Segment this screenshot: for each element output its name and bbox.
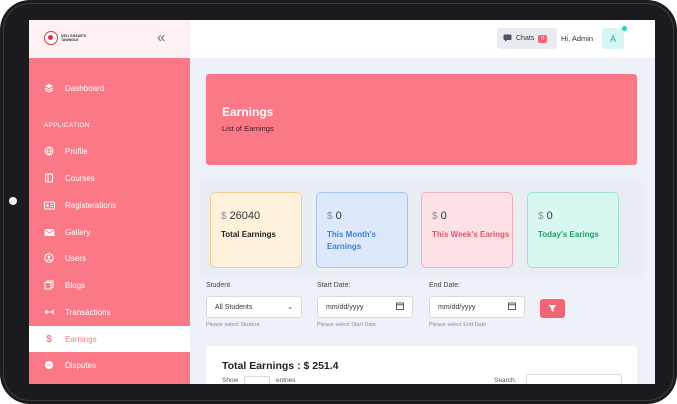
currency-symbol: $ [221, 211, 227, 222]
sidebar-item-disputes[interactable]: Disputes [29, 352, 190, 378]
page-subtitle: List of Earnings [222, 124, 274, 133]
book-icon [43, 172, 55, 184]
entries-label: entries [276, 377, 296, 384]
tablet-frame: DELI SHADE'S TAWNGLE « Dashboard APPLICA… [0, 0, 677, 404]
online-status-dot [622, 26, 627, 31]
envelope-icon [43, 226, 55, 238]
student-filter-label: Student [206, 282, 231, 289]
entries-select[interactable] [244, 376, 270, 384]
top-bar: Chats 0 Hi, Admin A [190, 20, 655, 58]
sidebar-item-label: Transactions [65, 307, 111, 317]
sidebar-item-label: Disputes [65, 360, 97, 370]
sidebar-item-label: Profile [65, 146, 88, 156]
section-label-application: APPLICATION [44, 122, 90, 129]
sidebar-item-courses[interactable]: Courses [29, 165, 190, 191]
page-header: Earnings List of Earnings [206, 74, 637, 165]
sidebar-item-label: Users [65, 253, 86, 263]
search-label: Search: [494, 377, 517, 384]
sidebar-item-dashboard[interactable]: Dashboard [29, 75, 190, 101]
filter-button[interactable] [540, 299, 565, 318]
filter-icon [548, 300, 557, 318]
start-date-input[interactable]: mm/dd/yyyy [317, 296, 413, 318]
student-select-value: All Students [215, 303, 253, 311]
calendar-icon [508, 302, 516, 312]
layers-icon [43, 82, 55, 94]
end-date-hint: Please select End Date [429, 322, 487, 328]
stat-card-total-earnings: $26040 Total Earnings [210, 192, 302, 268]
chats-label: Chats [516, 35, 535, 42]
sidebar-item-registerations[interactable]: Registerations [29, 192, 190, 218]
stat-card-today-earnings: $0 Today's Earings [527, 192, 619, 268]
page-title: Earnings [222, 105, 274, 119]
stat-label: Total Earnings [221, 230, 276, 239]
start-date-value: mm/dd/yyyy [326, 303, 364, 311]
calendar-icon [396, 302, 404, 312]
sidebar-item-users[interactable]: Users [29, 245, 190, 271]
sidebar-item-blogs[interactable]: Blogs [29, 272, 190, 298]
stat-label: This Week's Earings [432, 230, 510, 239]
show-entries-label: Show [222, 377, 239, 384]
sidebar-item-earnings[interactable]: $ Earnings [29, 326, 190, 352]
student-filter-hint: Please select Student [206, 322, 260, 328]
stat-card-month-earnings: $0 This Month's Earnings [316, 192, 408, 268]
start-date-hint: Please select Start Date [317, 322, 377, 328]
sidebar-item-profile[interactable]: Profile [29, 138, 190, 164]
stat-value: 26040 [229, 210, 261, 222]
chevron-down-icon: ⌄ [287, 304, 293, 311]
chats-button[interactable]: Chats 0 [497, 28, 557, 49]
total-earnings-heading: Total Earnings : $ 251.4 [222, 360, 339, 372]
logo-text: DELI SHADE'S TAWNGLE [61, 33, 87, 42]
stat-value: 0 [440, 210, 447, 222]
user-greeting: Hi, Admin [561, 34, 594, 43]
brand-bar: DELI SHADE'S TAWNGLE « [29, 20, 190, 58]
camera-icon [9, 197, 17, 205]
stat-value: 0 [335, 210, 342, 222]
sidebar-item-label: Courses [65, 173, 95, 183]
id-card-icon [43, 199, 55, 211]
sidebar-item-label: Gallery [65, 227, 91, 237]
sidebar-item-label: Registerations [65, 200, 117, 210]
sidebar-item-gallery[interactable]: Gallery [29, 219, 190, 245]
chat-icon [43, 359, 55, 371]
chat-bubble-icon [503, 34, 512, 44]
earnings-table-panel: Total Earnings : $ 251.4 Show entries Se… [206, 346, 637, 384]
end-date-value: mm/dd/yyyy [438, 303, 476, 311]
arrows-icon [43, 306, 55, 318]
stat-label: This Month's Earnings [327, 230, 377, 251]
sidebar-item-label: Blogs [65, 280, 86, 290]
app-screen: DELI SHADE'S TAWNGLE « Dashboard APPLICA… [29, 20, 655, 384]
stat-label: Today's Earings [538, 230, 599, 239]
user-icon [43, 252, 55, 264]
end-date-input[interactable]: mm/dd/yyyy [429, 296, 525, 318]
avatar[interactable]: A [602, 28, 624, 49]
stat-card-week-earnings: $0 This Week's Earings [421, 192, 513, 268]
chats-count-badge: 0 [538, 34, 548, 43]
dollar-icon: $ [46, 333, 52, 345]
currency-symbol: $ [432, 211, 438, 222]
sidebar-item-label: Dashboard [65, 83, 105, 93]
globe-icon [43, 145, 55, 157]
stats-container: $26040 Total Earnings $0 This Month's Ea… [199, 180, 643, 278]
currency-symbol: $ [538, 211, 544, 222]
student-select[interactable]: All Students ⌄ [206, 296, 302, 318]
stat-value: 0 [546, 210, 553, 222]
sidebar-item-transactions[interactable]: Transactions [29, 299, 190, 325]
start-date-label: Start Date: [317, 282, 351, 289]
logo[interactable]: DELI SHADE'S TAWNGLE [44, 31, 91, 45]
sidebar-item-label: Earnings [65, 334, 97, 344]
currency-symbol: $ [327, 211, 333, 222]
logo-icon [44, 31, 58, 45]
copy-icon [43, 279, 55, 291]
sidebar: DELI SHADE'S TAWNGLE « Dashboard APPLICA… [29, 20, 190, 384]
search-input[interactable] [526, 374, 622, 384]
collapse-sidebar-icon[interactable]: « [157, 29, 165, 47]
end-date-label: End Date: [429, 282, 461, 289]
